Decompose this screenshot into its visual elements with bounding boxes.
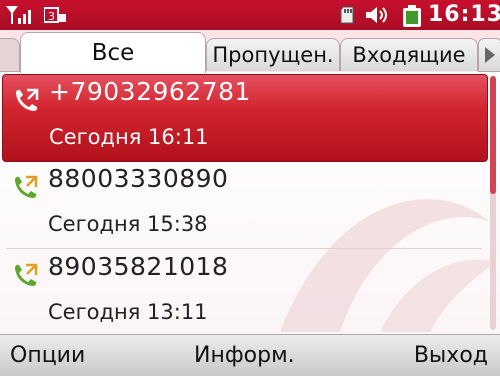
tab-all[interactable]: Все [20, 32, 206, 73]
tab-incoming[interactable]: Входящие [340, 38, 478, 71]
speaker-icon [366, 7, 387, 23]
call-log-list: +79032962781 Сегодня 16:11 88003330890 С… [0, 72, 500, 334]
outgoing-call-icon [16, 88, 39, 111]
svg-text:3: 3 [48, 10, 55, 23]
call-time: Сегодня 15:38 [48, 212, 208, 236]
status-bar: 3 16:13 [0, 0, 500, 30]
signal-icon [6, 6, 31, 24]
call-time: Сегодня 13:11 [48, 300, 208, 324]
call-time: Сегодня 16:11 [49, 125, 209, 149]
network-3g-icon: 3 [44, 7, 66, 23]
scrollbar[interactable] [490, 76, 496, 330]
outgoing-call-icon [15, 175, 38, 198]
options-softkey[interactable]: Опции [10, 343, 85, 368]
list-item[interactable]: 88003330890 Сегодня 15:38 [2, 162, 486, 248]
clock: 16:13 [428, 2, 500, 27]
phone-number: 89035821018 [48, 252, 229, 281]
list-item[interactable]: 89035821018 Сегодня 13:11 [2, 250, 486, 334]
softkey-bar: Опции Информ. Выход [0, 334, 500, 376]
scrollbar-thumb[interactable] [490, 76, 496, 194]
list-item[interactable]: +79032962781 Сегодня 16:11 [2, 74, 488, 162]
tab-left-stub[interactable] [0, 38, 20, 72]
exit-softkey[interactable]: Выход [414, 343, 488, 368]
battery-icon [403, 5, 421, 27]
phone-number: +79032962781 [49, 77, 251, 106]
tab-scroll-right-button[interactable] [478, 38, 500, 72]
tab-missed[interactable]: Пропущен. [206, 38, 340, 71]
phone-number: 88003330890 [48, 164, 229, 193]
tab-bar: Все Пропущен. Входящие [0, 30, 500, 73]
memory-card-icon [340, 6, 354, 24]
divider [6, 248, 482, 249]
info-softkey[interactable]: Информ. [194, 343, 295, 368]
arrow-right-icon [485, 47, 495, 63]
outgoing-call-icon [15, 263, 38, 286]
